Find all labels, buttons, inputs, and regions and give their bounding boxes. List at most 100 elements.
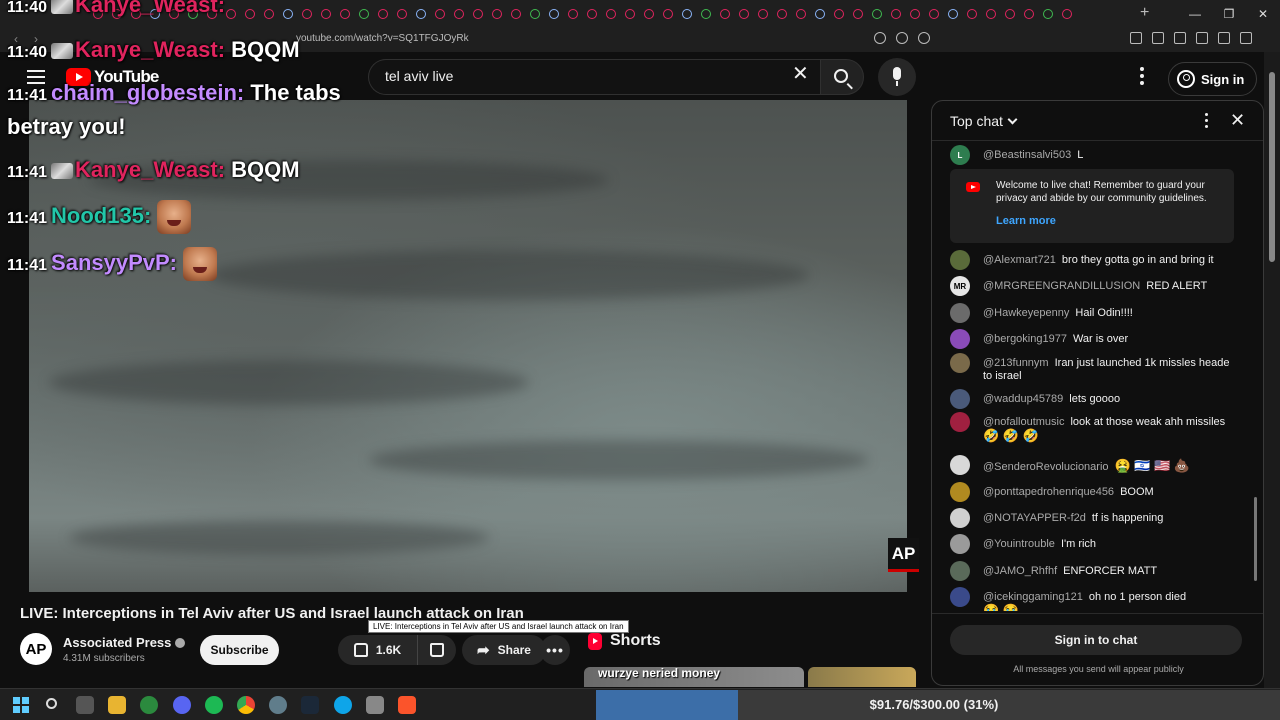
close-chat-icon[interactable]: ✕ [1230, 110, 1245, 131]
browser-tab[interactable] [413, 6, 429, 22]
page-scrollbar-thumb[interactable] [1269, 72, 1275, 262]
chat-author[interactable]: @waddup45789 [983, 393, 1063, 405]
chat-avatar[interactable] [950, 303, 970, 323]
chat-avatar[interactable] [950, 389, 970, 409]
edge-icon[interactable] [334, 696, 352, 714]
new-tab-button[interactable]: + [1140, 4, 1149, 22]
chat-avatar[interactable] [950, 329, 970, 349]
chat-message-list[interactable]: Welcome to live chat! Remember to guard … [932, 141, 1263, 611]
browser-tab[interactable] [470, 6, 486, 22]
browser-tab[interactable] [565, 6, 581, 22]
chat-message[interactable]: @Alexmart721 bro they gotta go in and bri… [950, 250, 1240, 270]
chat-author[interactable]: @SenderoRevolucionario [983, 461, 1109, 473]
browser-tab[interactable] [869, 6, 885, 22]
app-icon[interactable] [366, 696, 384, 714]
app-icon[interactable] [140, 696, 158, 714]
browser-tab[interactable] [679, 6, 695, 22]
maximize-button[interactable]: ❐ [1212, 0, 1246, 28]
sidebar-icon[interactable] [1174, 32, 1186, 44]
browser-tab[interactable] [1021, 6, 1037, 22]
search-input[interactable] [385, 68, 785, 84]
browser-tab[interactable] [983, 6, 999, 22]
dislike-button[interactable] [418, 635, 456, 665]
chat-message[interactable]: @bergoking1977 War is over [950, 329, 1240, 349]
browser-tab[interactable] [451, 6, 467, 22]
browser-tab[interactable] [812, 6, 828, 22]
channel-avatar[interactable]: AP [20, 633, 52, 665]
chat-author[interactable]: @Hawkeyepenny [983, 307, 1069, 319]
browser-tab[interactable] [926, 6, 942, 22]
chat-message[interactable]: MR @MRGREENGRANDILLUSION RED ALERT [950, 276, 1240, 296]
app-icon[interactable] [269, 696, 287, 714]
windows-start-icon[interactable] [12, 696, 30, 714]
browser-tab[interactable] [888, 6, 904, 22]
top-chat-dropdown[interactable]: Top chat [950, 113, 1018, 129]
chat-avatar[interactable] [950, 412, 970, 432]
browser-tab[interactable] [793, 6, 809, 22]
browser-tab[interactable] [432, 6, 448, 22]
chat-scrollbar-thumb[interactable] [1254, 497, 1257, 581]
chat-avatar[interactable] [950, 561, 970, 581]
chat-message[interactable]: @JAMO_Rhfhf ENFORCER MATT [950, 561, 1240, 581]
steam-icon[interactable] [301, 696, 319, 714]
file-explorer-icon[interactable] [108, 696, 126, 714]
browser-tab[interactable] [603, 6, 619, 22]
chat-author[interactable]: @Youintrouble [983, 538, 1055, 550]
browser-tab[interactable] [508, 6, 524, 22]
chat-message[interactable]: @213funnym Iran just launched 1k missles … [950, 353, 1240, 383]
channel-name[interactable]: Associated Press [63, 635, 171, 650]
chat-message[interactable]: @icekinggaming121 oh no 1 person died 😭 😭 [950, 587, 1240, 611]
chat-message[interactable]: @Youintrouble I'm rich [950, 534, 1240, 554]
brave-icon[interactable] [398, 696, 416, 714]
browser-tab[interactable] [1040, 6, 1056, 22]
browser-tab[interactable] [660, 6, 676, 22]
more-actions-button[interactable]: ••• [540, 635, 570, 665]
chat-author[interactable]: @Alexmart721 [983, 254, 1056, 266]
vpn-icon[interactable] [1218, 32, 1230, 44]
browser-tab[interactable] [489, 6, 505, 22]
browser-tab[interactable] [698, 6, 714, 22]
chat-author[interactable]: @213funnym [983, 357, 1049, 369]
spotify-icon[interactable] [205, 696, 223, 714]
media-icon[interactable] [1152, 32, 1164, 44]
zoom-icon[interactable] [874, 32, 886, 44]
settings-menu-icon[interactable] [1140, 67, 1146, 88]
minimize-button[interactable]: — [1178, 0, 1212, 28]
short-thumbnail[interactable] [808, 667, 916, 687]
chat-avatar[interactable] [950, 250, 970, 270]
chat-author[interactable]: @nofalloutmusic [983, 416, 1064, 428]
taskbar-search-icon[interactable] [44, 696, 62, 714]
browser-tab[interactable] [641, 6, 657, 22]
learn-more-link[interactable]: Learn more [996, 215, 1056, 227]
browser-tab[interactable] [736, 6, 752, 22]
close-window-button[interactable]: ✕ [1246, 0, 1280, 28]
menu-icon[interactable] [1240, 32, 1252, 44]
chat-message[interactable]: @SenderoRevolucionario 🤮 🇮🇱 🇺🇸 💩 [950, 455, 1240, 475]
chat-message[interactable]: @ponttapedrohenrique456 BOOM [950, 482, 1240, 502]
chat-avatar[interactable] [950, 508, 970, 528]
discord-icon[interactable] [173, 696, 191, 714]
browser-tab[interactable] [1002, 6, 1018, 22]
chat-author[interactable]: @NOTAYAPPER-f2d [983, 512, 1086, 524]
browser-tab[interactable] [1059, 6, 1075, 22]
chat-avatar[interactable] [950, 455, 970, 475]
install-icon[interactable] [896, 32, 908, 44]
browser-tab[interactable] [850, 6, 866, 22]
chat-message[interactable]: @NOTAYAPPER-f2d tf is happening [950, 508, 1240, 528]
subscribe-button[interactable]: Subscribe [200, 635, 279, 665]
browser-tab[interactable] [964, 6, 980, 22]
browser-tab[interactable] [755, 6, 771, 22]
chat-message[interactable]: @Hawkeyepenny Hail Odin!!!! [950, 303, 1240, 323]
browser-tab[interactable] [546, 6, 562, 22]
share-page-icon[interactable] [918, 32, 930, 44]
browser-tab[interactable] [622, 6, 638, 22]
clear-search-icon[interactable]: ✕ [792, 64, 809, 84]
browser-tab[interactable] [945, 6, 961, 22]
browser-tab[interactable] [584, 6, 600, 22]
voice-search-button[interactable] [878, 58, 916, 96]
chat-message[interactable]: @nofalloutmusic look at those weak ahh mi… [950, 412, 1240, 442]
chrome-icon[interactable] [237, 696, 255, 714]
chat-avatar[interactable]: MR [950, 276, 970, 296]
chat-avatar[interactable] [950, 534, 970, 554]
browser-tab[interactable] [527, 6, 543, 22]
